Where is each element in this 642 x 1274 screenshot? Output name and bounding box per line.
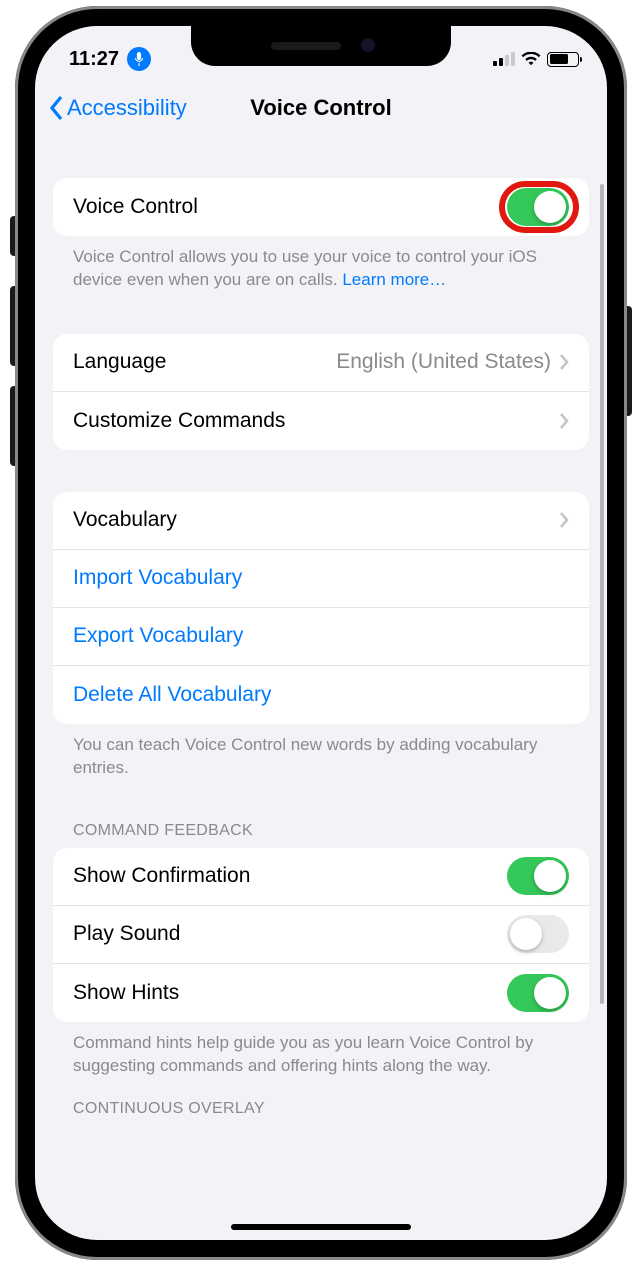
delete-vocabulary-row[interactable]: Delete All Vocabulary: [53, 666, 589, 724]
voice-control-toggle[interactable]: [507, 188, 569, 226]
home-indicator[interactable]: [231, 1224, 411, 1230]
import-vocabulary-label: Import Vocabulary: [73, 566, 242, 590]
screen: 11:27 Accessibility: [35, 26, 607, 1240]
back-label: Accessibility: [67, 95, 187, 121]
voice-control-desc: Voice Control allows you to use your voi…: [53, 236, 589, 292]
notch: [191, 26, 451, 66]
nav-bar: Accessibility Voice Control: [35, 80, 607, 136]
cellular-icon: [493, 52, 515, 66]
import-vocabulary-row[interactable]: Import Vocabulary: [53, 550, 589, 608]
status-time: 11:27: [69, 48, 119, 71]
show-confirmation-label: Show Confirmation: [73, 864, 250, 888]
continuous-overlay-header: CONTINUOUS OVERLAY: [53, 1100, 589, 1126]
show-hints-label: Show Hints: [73, 981, 179, 1005]
chevron-right-icon: [559, 354, 569, 370]
show-hints-row[interactable]: Show Hints: [53, 964, 589, 1022]
play-sound-label: Play Sound: [73, 922, 180, 946]
learn-more-link[interactable]: Learn more…: [342, 270, 446, 289]
chevron-right-icon: [559, 512, 569, 528]
battery-icon: [547, 52, 579, 67]
vocabulary-row[interactable]: Vocabulary: [53, 492, 589, 550]
page-title: Voice Control: [250, 95, 391, 121]
language-label: Language: [73, 350, 166, 374]
status-right: [493, 52, 579, 67]
mic-icon: [127, 47, 151, 71]
language-row[interactable]: Language English (United States): [53, 334, 589, 392]
scroll-indicator[interactable]: [600, 184, 604, 1004]
hints-desc: Command hints help guide you as you lear…: [53, 1022, 589, 1078]
back-button[interactable]: Accessibility: [49, 95, 187, 121]
voice-control-row[interactable]: Voice Control: [53, 178, 589, 236]
customize-commands-row[interactable]: Customize Commands: [53, 392, 589, 450]
vocabulary-label: Vocabulary: [73, 508, 177, 532]
command-feedback-header: COMMAND FEEDBACK: [53, 822, 589, 848]
play-sound-toggle[interactable]: [507, 915, 569, 953]
device-frame: 11:27 Accessibility: [15, 6, 627, 1260]
show-confirmation-toggle[interactable]: [507, 857, 569, 895]
delete-vocabulary-label: Delete All Vocabulary: [73, 683, 271, 707]
export-vocabulary-row[interactable]: Export Vocabulary: [53, 608, 589, 666]
play-sound-row[interactable]: Play Sound: [53, 906, 589, 964]
customize-commands-label: Customize Commands: [73, 409, 285, 433]
voice-control-label: Voice Control: [73, 195, 198, 219]
wifi-icon: [521, 52, 541, 66]
export-vocabulary-label: Export Vocabulary: [73, 624, 243, 648]
chevron-right-icon: [559, 413, 569, 429]
chevron-left-icon: [49, 95, 65, 121]
vocabulary-desc: You can teach Voice Control new words by…: [53, 724, 589, 780]
show-confirmation-row[interactable]: Show Confirmation: [53, 848, 589, 906]
show-hints-toggle[interactable]: [507, 974, 569, 1012]
language-value: English (United States): [336, 350, 551, 374]
content-scroll[interactable]: Voice Control Voice Control allows you t…: [35, 136, 607, 1240]
